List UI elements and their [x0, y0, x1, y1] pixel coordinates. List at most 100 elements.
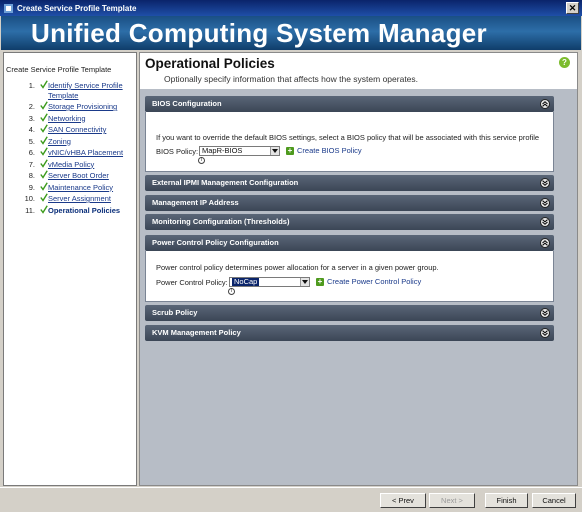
- expand-icon[interactable]: [540, 178, 550, 188]
- wizard-step[interactable]: 5. Zoning: [4, 135, 138, 149]
- window-title: Create Service Profile Template: [17, 3, 137, 13]
- step-label[interactable]: Maintenance Policy: [48, 183, 136, 193]
- collapse-icon[interactable]: [540, 99, 550, 109]
- next-button[interactable]: Next >: [429, 493, 475, 508]
- create-power-control-policy-link[interactable]: + Create Power Control Policy: [316, 277, 421, 286]
- step-number: 11.: [25, 205, 35, 215]
- close-button[interactable]: ✕: [566, 2, 579, 14]
- prev-button[interactable]: < Prev: [380, 493, 426, 508]
- info-icon: i: [198, 157, 205, 164]
- step-number: 2.: [28, 102, 35, 111]
- page-subtitle: Optionally specify information that affe…: [164, 74, 419, 84]
- bios-policy-value: MapR-BIOS: [202, 146, 243, 155]
- create-bios-policy-link[interactable]: + Create BIOS Policy: [286, 146, 362, 155]
- step-label[interactable]: Server Boot Order: [48, 171, 136, 181]
- checkmark-icon: [40, 204, 48, 214]
- app-banner: Unified Computing System Manager: [1, 16, 581, 50]
- wizard-step[interactable]: 1. Identify Service Profile Template: [4, 80, 138, 102]
- expand-icon[interactable]: [540, 198, 550, 208]
- section-title: Power Control Policy Configuration: [152, 238, 279, 247]
- main-content: Operational Policies Optionally specify …: [139, 52, 578, 486]
- section-external-ipmi[interactable]: External IPMI Management Configuration: [145, 175, 554, 191]
- step-number: 4.: [28, 125, 35, 134]
- step-label[interactable]: SAN Connectivity: [48, 125, 136, 135]
- chevron-down-icon[interactable]: [270, 147, 279, 155]
- step-label: Operational Policies: [48, 205, 121, 215]
- power-control-policy-body: Power control policy determines power al…: [145, 251, 554, 302]
- power-control-policy-value: NoCap: [232, 277, 260, 286]
- wizard-step[interactable]: 7. vMedia Policy: [4, 158, 138, 172]
- plus-icon: +: [316, 276, 324, 286]
- wizard-step[interactable]: 8. Server Boot Order: [4, 170, 138, 183]
- checkmark-icon: [40, 112, 48, 122]
- wizard-steps-panel: Create Service Profile Template 1. Identi…: [3, 52, 137, 486]
- section-title: Monitoring Configuration (Thresholds): [152, 217, 290, 226]
- step-label[interactable]: Networking: [48, 114, 136, 124]
- wizard-step[interactable]: 4. SAN Connectivity: [4, 124, 138, 137]
- create-power-control-policy-label: Create Power Control Policy: [327, 277, 422, 286]
- wizard-step[interactable]: 6. vNIC/vHBA Placement: [4, 147, 138, 160]
- step-label[interactable]: vNIC/vHBA Placement: [48, 148, 136, 158]
- power-control-policy-select[interactable]: NoCap: [229, 277, 310, 287]
- plus-icon: +: [286, 145, 294, 155]
- power-description: Power control policy determines power al…: [156, 263, 439, 272]
- section-monitoring-configuration[interactable]: Monitoring Configuration (Thresholds): [145, 214, 554, 230]
- checkmark-icon: [40, 124, 48, 133]
- page-header: Operational Policies Optionally specify …: [140, 53, 577, 89]
- section-power-control-policy[interactable]: Power Control Policy Configuration: [145, 235, 554, 251]
- step-label[interactable]: Zoning: [48, 137, 136, 147]
- chevron-down-icon[interactable]: [300, 278, 309, 286]
- collapse-icon[interactable]: [540, 238, 550, 248]
- wizard-step-list: 1. Identify Service Profile Template 2. Sto…: [4, 80, 138, 218]
- step-number: 10.: [24, 194, 35, 203]
- wizard-step[interactable]: 2. Storage Provisioning: [4, 101, 138, 114]
- checkmark-icon: [40, 181, 48, 191]
- create-bios-policy-label: Create BIOS Policy: [297, 146, 362, 155]
- step-label[interactable]: Storage Provisioning: [48, 102, 136, 112]
- section-title: External IPMI Management Configuration: [152, 178, 299, 187]
- checkmark-icon: [40, 170, 48, 179]
- step-label[interactable]: Server Assignment: [48, 194, 136, 204]
- section-title: Scrub Policy: [152, 308, 198, 317]
- section-management-ip[interactable]: Management IP Address: [145, 195, 554, 211]
- step-label[interactable]: Identify Service Profile Template: [48, 81, 136, 101]
- expand-icon[interactable]: [540, 328, 550, 338]
- wizard-footer: < Prev Next > Finish Cancel: [0, 487, 582, 512]
- expand-icon[interactable]: [540, 308, 550, 318]
- checkmark-icon: [40, 158, 48, 168]
- wizard-step[interactable]: 3. Networking: [4, 112, 138, 126]
- bios-policy-select[interactable]: MapR-BIOS: [199, 146, 280, 156]
- wizard-step[interactable]: 9. Maintenance Policy: [4, 181, 138, 195]
- step-number: 6.: [28, 148, 35, 157]
- step-label[interactable]: vMedia Policy: [48, 160, 136, 170]
- checkmark-icon: [40, 135, 48, 145]
- checkmark-icon: [40, 101, 48, 110]
- step-number: 1.: [28, 81, 35, 90]
- step-number: 3.: [28, 113, 35, 123]
- section-kvm-management-policy[interactable]: KVM Management Policy: [145, 325, 554, 341]
- section-title: Management IP Address: [152, 198, 239, 207]
- step-number: 8.: [28, 171, 35, 180]
- checkmark-icon: [40, 193, 48, 202]
- power-control-policy-label: Power Control Policy:: [156, 278, 228, 287]
- window-titlebar: Create Service Profile Template ✕: [0, 0, 582, 16]
- section-title: BIOS Configuration: [152, 99, 222, 108]
- step-number: 9.: [28, 182, 35, 192]
- step-number: 7.: [28, 159, 35, 169]
- wizard-step[interactable]: 10. Server Assignment: [4, 193, 138, 206]
- checkmark-icon: [40, 147, 48, 156]
- section-title: KVM Management Policy: [152, 328, 241, 337]
- finish-button[interactable]: Finish: [485, 493, 528, 508]
- cancel-button[interactable]: Cancel: [532, 493, 576, 508]
- expand-icon[interactable]: [540, 217, 550, 227]
- wizard-step[interactable]: 11. Operational Policies: [4, 204, 138, 218]
- bios-policy-label: BIOS Policy:: [156, 147, 199, 156]
- section-bios-configuration[interactable]: BIOS Configuration: [145, 96, 554, 112]
- bios-configuration-body: If you want to override the default BIOS…: [145, 112, 554, 172]
- info-icon: i: [228, 288, 235, 295]
- page-title: Operational Policies: [145, 56, 275, 71]
- help-icon[interactable]: ?: [559, 57, 570, 68]
- section-scrub-policy[interactable]: Scrub Policy: [145, 305, 554, 321]
- app-icon: [4, 3, 13, 13]
- wizard-title: Create Service Profile Template: [6, 65, 112, 74]
